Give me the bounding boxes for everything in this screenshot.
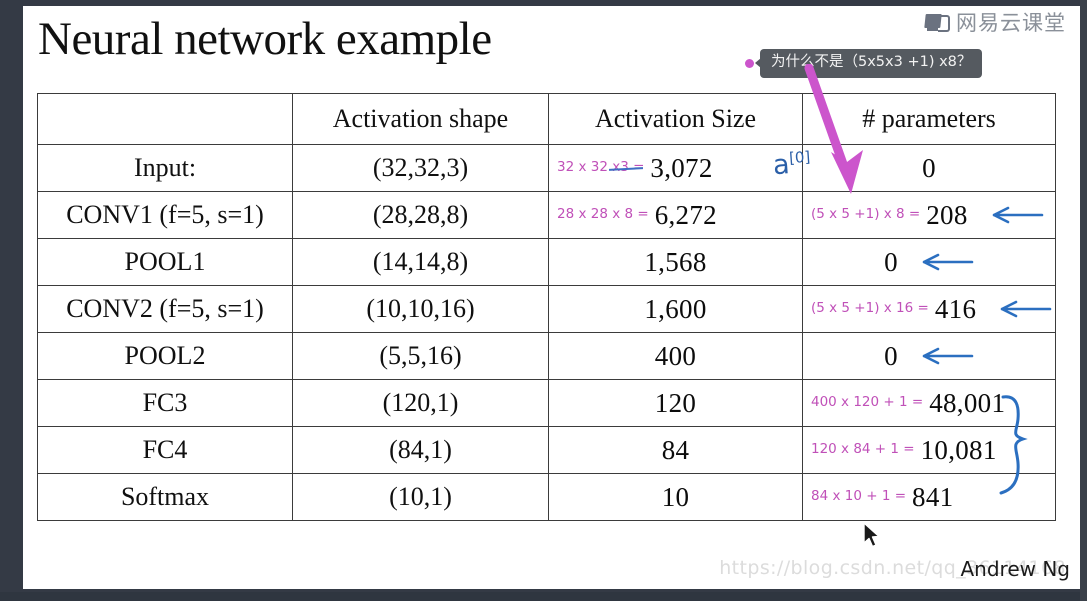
player-bottom-bar [0, 592, 1087, 601]
cell-parameters: (5 x 5 +1) x 16 = 416 [802, 285, 1056, 333]
blue-left-arrow-icon [1000, 300, 1052, 318]
page-title: Neural network example [38, 13, 492, 65]
cell-layer-name: CONV2 (f=5, s=1) [37, 285, 293, 333]
cell-parameters: 84 x 10 + 1 = 841 [802, 473, 1056, 521]
cell-activation-size: 400 [548, 332, 803, 380]
player-right-edge [1080, 0, 1087, 601]
comment-dot-icon [745, 58, 754, 68]
cell-activation-size: 1,568 [548, 238, 803, 286]
danmaku-comment[interactable]: 为什么不是（5x5x3 +1) x8？ [745, 49, 983, 78]
cell-activation-shape: (32,32,3) [292, 144, 549, 192]
table-row: FC3 (120,1) 120 400 x 120 + 1 = 48,001 [37, 379, 1056, 427]
header-activation-size: Activation Size [548, 93, 803, 145]
cell-activation-size: 120 [548, 379, 803, 427]
table-row: POOL1 (14,14,8) 1,568 0 [37, 238, 1056, 286]
cell-layer-name: FC3 [37, 379, 293, 427]
cell-activation-size: 1,600 [548, 285, 803, 333]
cell-layer-name: CONV1 (f=5, s=1) [37, 191, 293, 239]
footer-author: Andrew Ng [960, 557, 1070, 581]
handwritten-params-note: (5 x 5 +1) x 8 = [811, 206, 921, 223]
header-parameters: # parameters [802, 93, 1056, 145]
parameters-value: 208 [926, 199, 968, 230]
handwritten-size-note: 28 x 28 x 8 = [557, 206, 649, 223]
book-icon [924, 14, 950, 33]
parameters-value: 0 [884, 340, 898, 371]
handwritten-size-note: 32 x 32 x3 = [557, 159, 645, 176]
table-body: Input: (32,32,3) 32 x 32 x3 = 3,072 0 CONV1 (… [37, 144, 1056, 521]
cell-activation-size: 28 x 28 x 8 = 6,272 [548, 191, 803, 239]
parameters-value: 0 [884, 246, 898, 277]
cell-parameters: 0 [802, 332, 1056, 380]
cell-layer-name: FC4 [37, 426, 293, 474]
cell-activation-size: 10 [548, 473, 803, 521]
activation-size-value: 1,600 [644, 293, 707, 324]
cell-layer-name: POOL2 [37, 332, 293, 380]
cell-parameters: 400 x 120 + 1 = 48,001 [802, 379, 1056, 427]
netease-logo: 网易云课堂 [924, 11, 1066, 35]
cell-parameters: 0 [802, 144, 1056, 192]
cell-layer-name: POOL1 [37, 238, 293, 286]
activation-size-value: 6,272 [654, 199, 717, 230]
cell-activation-shape: (84,1) [292, 426, 549, 474]
table-row: POOL2 (5,5,16) 400 0 [37, 332, 1056, 380]
activation-size-value: 3,072 [650, 152, 713, 183]
cell-activation-shape: (120,1) [292, 379, 549, 427]
comment-bubble-text[interactable]: 为什么不是（5x5x3 +1) x8？ [754, 49, 983, 78]
activation-size-value: 84 [661, 434, 690, 465]
blue-left-arrow-icon [922, 347, 974, 365]
handwritten-params-note: (5 x 5 +1) x 16 = [811, 300, 929, 317]
cell-layer-name: Softmax [37, 473, 293, 521]
cell-activation-size: 32 x 32 x3 = 3,072 [548, 144, 803, 192]
activation-size-value: 1,568 [644, 246, 707, 277]
table-row: CONV2 (f=5, s=1) (10,10,16) 1,600 (5 x 5 +1… [37, 285, 1056, 333]
blue-left-arrow-icon [992, 206, 1043, 224]
slide-canvas: Neural network example 网易云课堂 为什么不是（5x5x3… [23, 6, 1080, 589]
logo-label: 网易云课堂 [956, 11, 1066, 35]
table-row: CONV1 (f=5, s=1) (28,28,8) 28 x 28 x 8 = 6,… [37, 191, 1056, 239]
header-activation-shape: Activation shape [292, 93, 549, 145]
video-player-frame: Neural network example 网易云课堂 为什么不是（5x5x3… [0, 0, 1087, 601]
cell-activation-shape: (10,1) [292, 473, 549, 521]
mouse-cursor [863, 522, 880, 548]
cell-activation-shape: (28,28,8) [292, 191, 549, 239]
cell-activation-shape: (10,10,16) [292, 285, 549, 333]
table-row: Input: (32,32,3) 32 x 32 x3 = 3,072 0 [37, 144, 1056, 192]
handwritten-params-note: 84 x 10 + 1 = [811, 488, 907, 505]
cell-parameters: (5 x 5 +1) x 8 = 208 [802, 191, 1056, 239]
cell-layer-name: Input: [37, 144, 293, 192]
parameters-value: 48,001 [929, 387, 1006, 418]
blue-left-arrow-icon [922, 253, 974, 271]
parameters-value: 841 [912, 481, 954, 512]
cell-activation-shape: (5,5,16) [292, 332, 549, 380]
cell-activation-shape: (14,14,8) [292, 238, 549, 286]
parameters-value: 0 [922, 152, 936, 183]
activation-size-value: 120 [654, 387, 697, 418]
table-row: FC4 (84,1) 84 120 x 84 + 1 = 10,081 [37, 426, 1056, 474]
handwritten-params-note: 400 x 120 + 1 = [811, 394, 924, 411]
parameters-value: 10,081 [920, 434, 997, 465]
table-header-row: Activation shape Activation Size # param… [37, 93, 1056, 145]
cell-parameters: 120 x 84 + 1 = 10,081 [802, 426, 1056, 474]
cell-activation-size: 84 [548, 426, 803, 474]
handwritten-params-note: 120 x 84 + 1 = [811, 441, 915, 458]
handwritten-activation-label: a[0] [771, 147, 811, 182]
table-row: Softmax (10,1) 10 84 x 10 + 1 = 841 [37, 473, 1056, 521]
activation-size-value: 400 [654, 340, 697, 371]
activation-size-value: 10 [661, 481, 690, 512]
network-layers-table: Activation shape Activation Size # param… [37, 93, 1056, 521]
parameters-value: 416 [934, 293, 977, 324]
header-blank [37, 93, 293, 145]
cell-parameters: 0 [802, 238, 1056, 286]
